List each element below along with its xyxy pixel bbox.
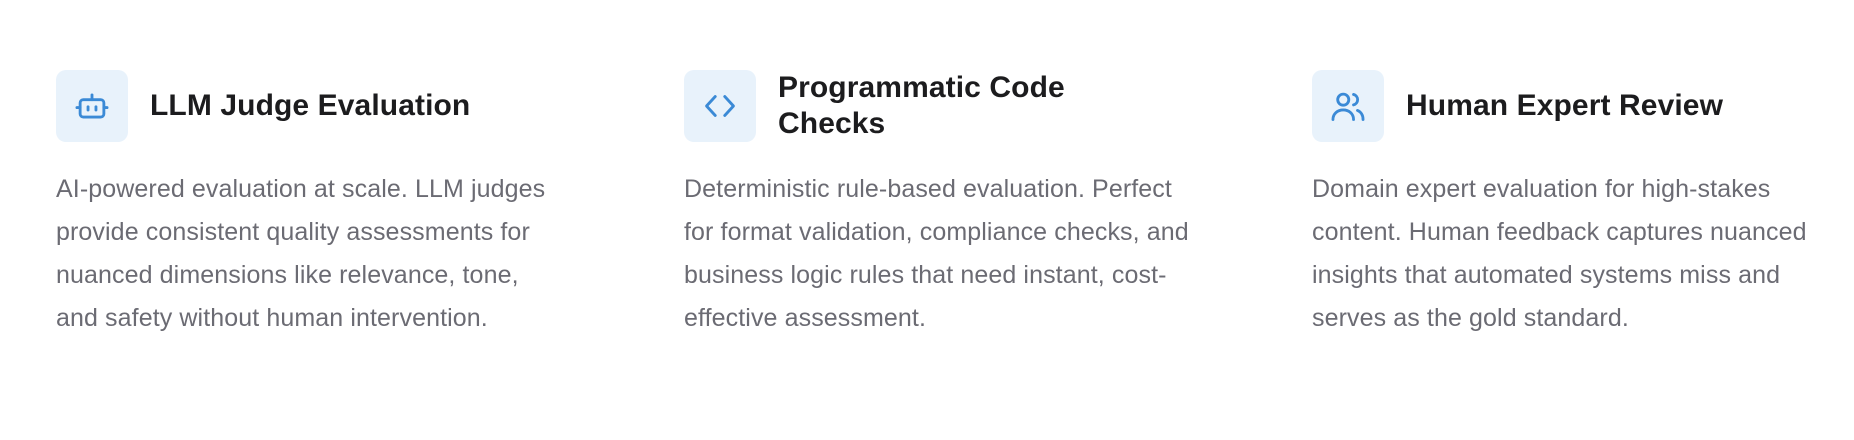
- feature-description: Deterministic rule-based evaluation. Per…: [684, 175, 1189, 332]
- feature-title: Human Expert Review: [1406, 89, 1724, 122]
- code-icon: [684, 70, 756, 142]
- feature-title: LLM Judge Evaluation: [150, 89, 471, 122]
- feature-card-code-checks: Programmatic Code Checks Deterministic r…: [684, 70, 1312, 340]
- feature-card-llm-judge: LLM Judge Evaluation AI-powered evaluati…: [56, 70, 684, 340]
- feature-card-human-review: Human Expert Review Domain expert evalua…: [1312, 70, 1854, 340]
- feature-card-header: LLM Judge Evaluation: [56, 70, 564, 142]
- robot-icon: [56, 70, 128, 142]
- feature-card-header: Programmatic Code Checks: [684, 70, 1192, 142]
- feature-description: Domain expert evaluation for high-stakes…: [1312, 175, 1807, 332]
- feature-card-header: Human Expert Review: [1312, 70, 1820, 142]
- feature-cards: LLM Judge Evaluation AI-powered evaluati…: [56, 70, 1854, 340]
- users-icon: [1312, 70, 1384, 142]
- feature-description: AI-powered evaluation at scale. LLM judg…: [56, 175, 546, 332]
- feature-title: Programmatic Code Checks: [778, 71, 1065, 140]
